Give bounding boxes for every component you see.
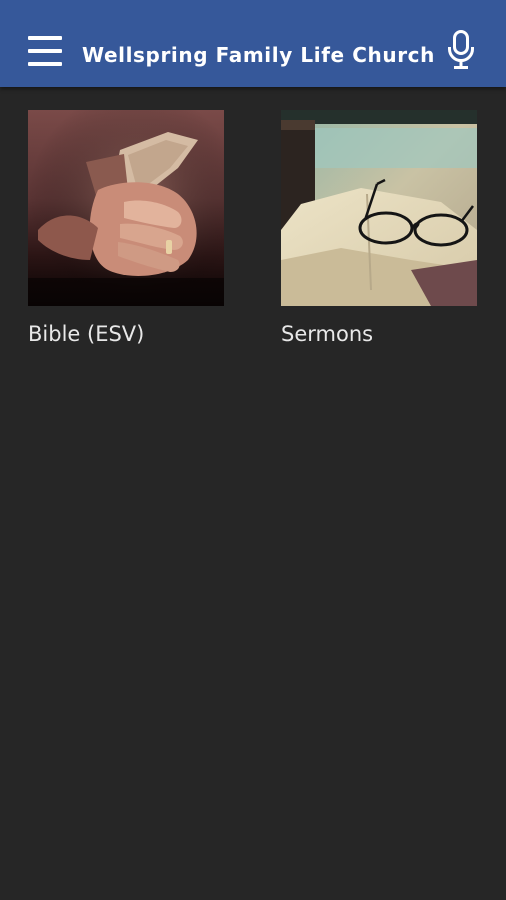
- app-title: Wellspring Family Life Church: [82, 43, 435, 67]
- sermons-tile-image: [281, 110, 477, 306]
- app-bar: Wellspring Family Life Church: [0, 0, 506, 87]
- sermons-tile-label: Sermons: [281, 322, 374, 346]
- voice-search-button[interactable]: [446, 30, 476, 70]
- bible-tile-label: Bible (ESV): [28, 322, 145, 346]
- menu-button[interactable]: [22, 30, 68, 74]
- microphone-icon: [448, 30, 474, 69]
- bible-tile-image: [28, 110, 224, 306]
